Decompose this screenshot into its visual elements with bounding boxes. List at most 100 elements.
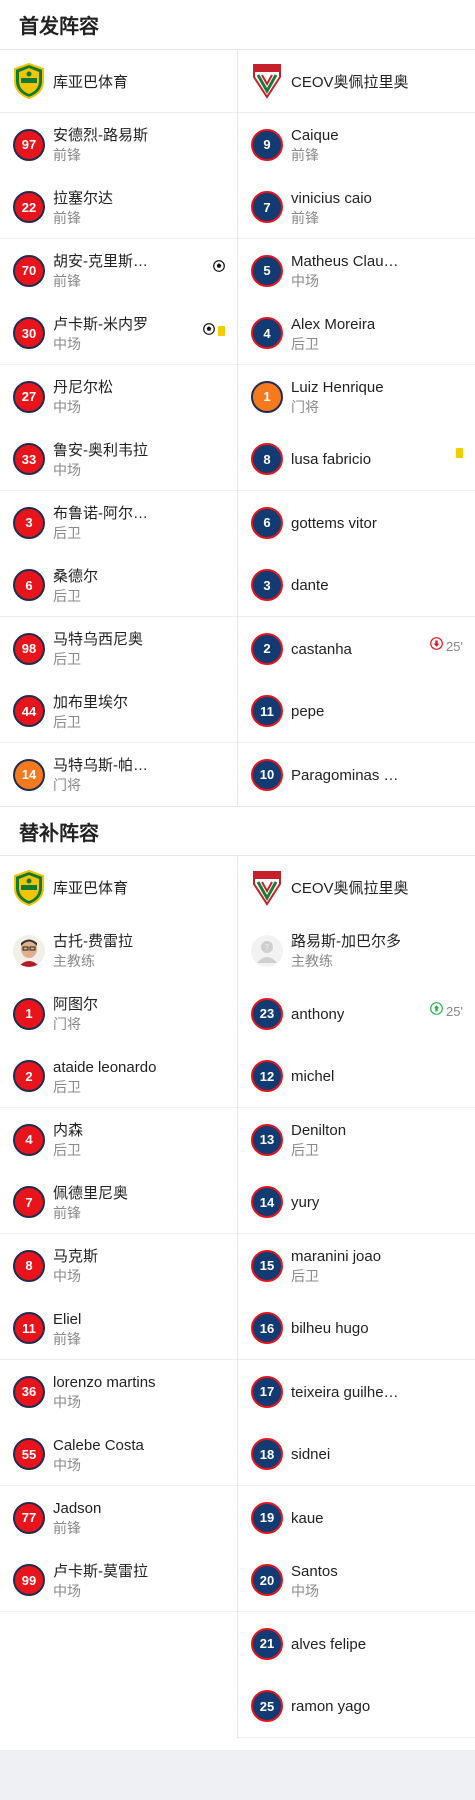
jersey-number-badge: 27 xyxy=(13,380,45,413)
player-name: 阿图尔 xyxy=(53,996,99,1013)
player-row[interactable]: 4 内森 后卫 xyxy=(0,1108,237,1171)
player-row[interactable]: 5 Matheus Clau… 中场 xyxy=(238,239,475,302)
home-starting-list: 97 安德烈-路易斯 前锋 22 拉塞尔达 前锋 70 胡安-克里斯… 前锋 30 卢卡斯-米内罗中… xyxy=(0,113,237,806)
coach-role: 主教练 xyxy=(291,953,333,969)
player-row[interactable]: 27 丹尼尔松 中场 xyxy=(0,365,237,428)
player-name: sidnei xyxy=(291,1446,331,1463)
player-name: Denilton xyxy=(291,1122,347,1139)
player-row[interactable]: 8 lusa fabricio xyxy=(238,428,475,491)
player-row[interactable]: 16 bilheu hugo xyxy=(238,1297,475,1360)
player-row[interactable]: 21 alves felipe xyxy=(238,1612,475,1675)
player-row[interactable]: 36 lorenzo martins 中场 xyxy=(0,1360,237,1423)
match-events xyxy=(213,259,225,277)
player-row[interactable]: 17 teixeira guilhe… xyxy=(238,1360,475,1423)
jersey-number-badge: 14 xyxy=(251,1186,283,1218)
player-row[interactable]: 11 pepe xyxy=(238,680,475,743)
player-row[interactable]: 13 Denilton 后卫 xyxy=(238,1108,475,1171)
player-position: 中场 xyxy=(53,1268,81,1284)
player-row[interactable]: 10 Paragominas … xyxy=(238,743,475,806)
player-row[interactable]: 12 michel xyxy=(238,1045,475,1108)
player-row[interactable]: 3 dante xyxy=(238,554,475,617)
player-row[interactable]: 22 拉塞尔达 前锋 xyxy=(0,176,237,239)
player-position: 门将 xyxy=(53,1016,81,1032)
player-row[interactable]: 23 anthony 25' xyxy=(238,982,475,1045)
player-row[interactable]: 25 ramon yago xyxy=(238,1675,475,1738)
player-row[interactable]: 4 Alex Moreira 后卫 xyxy=(238,302,475,365)
player-position: 前锋 xyxy=(53,1520,81,1536)
player-row[interactable]: 15 maranini joao 后卫 xyxy=(238,1234,475,1297)
jersey-number-badge: 15 xyxy=(251,1249,283,1282)
home-starting-column: 库亚巴体育 97 安德烈-路易斯 前锋 22 拉塞尔达 前锋 70 胡安-克里斯… 前锋 30 卢卡… xyxy=(0,50,237,806)
player-row[interactable]: 77 Jadson 前锋 xyxy=(0,1486,237,1549)
player-row[interactable]: 18 sidnei xyxy=(238,1423,475,1486)
player-row[interactable]: 55 Calebe Costa 中场 xyxy=(0,1423,237,1486)
player-position: 后卫 xyxy=(53,713,81,730)
away-subs-team-header[interactable]: CEOV奥佩拉里奥 xyxy=(238,856,475,919)
player-row[interactable]: 1 阿图尔 门将 xyxy=(0,982,237,1045)
substitution-in-icon xyxy=(430,1002,443,1020)
ceov-crest-icon xyxy=(251,63,283,99)
player-name: kaue xyxy=(291,1509,324,1527)
player-row[interactable]: 6 桑德尔 后卫 xyxy=(0,554,237,617)
player-info: ramon yago xyxy=(291,1675,370,1737)
player-position: 中场 xyxy=(53,399,81,415)
player-info: 桑德尔 后卫 xyxy=(53,554,98,616)
substitutes-header: 替补阵容 xyxy=(0,806,475,856)
player-row[interactable]: 44 加布里埃尔 后卫 xyxy=(0,680,237,743)
player-row[interactable]: 30 卢卡斯-米内罗 中场 xyxy=(0,302,237,365)
home-subs-team-name: 库亚巴体育 xyxy=(53,880,129,897)
player-row[interactable]: 14 yury xyxy=(238,1171,475,1234)
player-info: 卢卡斯-米内罗 中场 xyxy=(53,302,148,364)
player-row[interactable]: 19 kaue xyxy=(238,1486,475,1549)
player-row[interactable]: 2 castanha 25' xyxy=(238,617,475,680)
player-row[interactable]: 2 ataide leonardo 后卫 xyxy=(0,1045,237,1108)
player-info: pepe xyxy=(291,680,324,742)
player-position: 后卫 xyxy=(53,651,81,667)
player-position: 前锋 xyxy=(53,209,81,226)
player-info: 丹尼尔松 中场 xyxy=(53,365,113,428)
player-row[interactable]: 97 安德烈-路易斯 前锋 xyxy=(0,113,237,176)
home-coach-row[interactable]: 古托-费雷拉 主教练 xyxy=(0,919,237,982)
jersey-number-badge: 5 xyxy=(251,254,283,287)
player-name: ataide leonardo xyxy=(53,1058,157,1076)
player-row[interactable]: 1 Luiz Henrique 门将 xyxy=(238,365,475,428)
player-row[interactable]: 98 马特乌西尼奥 后卫 xyxy=(0,617,237,680)
player-name: 桑德尔 xyxy=(53,567,99,585)
player-name: 鲁安-奥利韦拉 xyxy=(53,441,148,459)
player-row[interactable]: 3 布鲁诺-阿尔… 后卫 xyxy=(0,491,237,554)
player-name: ramon yago xyxy=(291,1698,371,1715)
away-team-header[interactable]: CEOV奥佩拉里奥 xyxy=(238,50,475,113)
jersey-number-badge: 13 xyxy=(251,1123,283,1156)
player-row[interactable]: 20 Santos 中场 xyxy=(238,1549,475,1612)
player-info: 马克斯 中场 xyxy=(53,1234,98,1297)
player-row[interactable]: 7 佩德里尼奥 前锋 xyxy=(0,1171,237,1234)
player-position: 中场 xyxy=(53,1456,81,1473)
substitutes-title: 替补阵容 xyxy=(19,822,99,845)
away-starting-column: CEOV奥佩拉里奥 9 Caique 前锋 7 vinicius caio 前锋 5 Math… xyxy=(237,50,475,806)
player-position: 后卫 xyxy=(53,587,81,604)
player-row[interactable]: 6 gottems vitor xyxy=(238,491,475,554)
player-row[interactable]: 9 Caique 前锋 xyxy=(238,113,475,176)
jersey-number-badge: 6 xyxy=(251,506,283,539)
player-info: 马特乌西尼奥 后卫 xyxy=(53,617,143,680)
player-info: Matheus Clau… 中场 xyxy=(291,239,399,302)
player-row[interactable]: 8 马克斯 中场 xyxy=(0,1234,237,1297)
player-position: 中场 xyxy=(53,335,81,352)
player-name: Alex Moreira xyxy=(291,315,376,333)
away-coach-row[interactable]: ? 路易斯-加巴尔多 主教练 xyxy=(238,919,475,982)
player-row[interactable]: 7 vinicius caio 前锋 xyxy=(238,176,475,239)
coach-name: 古托-费雷拉 xyxy=(53,933,133,950)
player-info: kaue xyxy=(291,1486,324,1549)
player-row[interactable]: 70 胡安-克里斯… 前锋 xyxy=(0,239,237,302)
player-info: Caique 前锋 xyxy=(291,113,339,176)
player-row[interactable]: 99 卢卡斯-莫雷拉 中场 xyxy=(0,1549,237,1612)
home-subs-team-header[interactable]: 库亚巴体育 xyxy=(0,856,237,919)
player-row[interactable]: 33 鲁安-奥利韦拉 中场 xyxy=(0,428,237,491)
home-team-header[interactable]: 库亚巴体育 xyxy=(0,50,237,113)
player-name: gottems vitor xyxy=(291,514,377,532)
player-position: 后卫 xyxy=(53,525,81,541)
player-row[interactable]: 11 Eliel 前锋 xyxy=(0,1297,237,1360)
player-info: Paragominas … xyxy=(291,743,399,806)
player-position: 中场 xyxy=(291,273,319,289)
player-row[interactable]: 14 马特乌斯-帕… 门将 xyxy=(0,743,237,806)
